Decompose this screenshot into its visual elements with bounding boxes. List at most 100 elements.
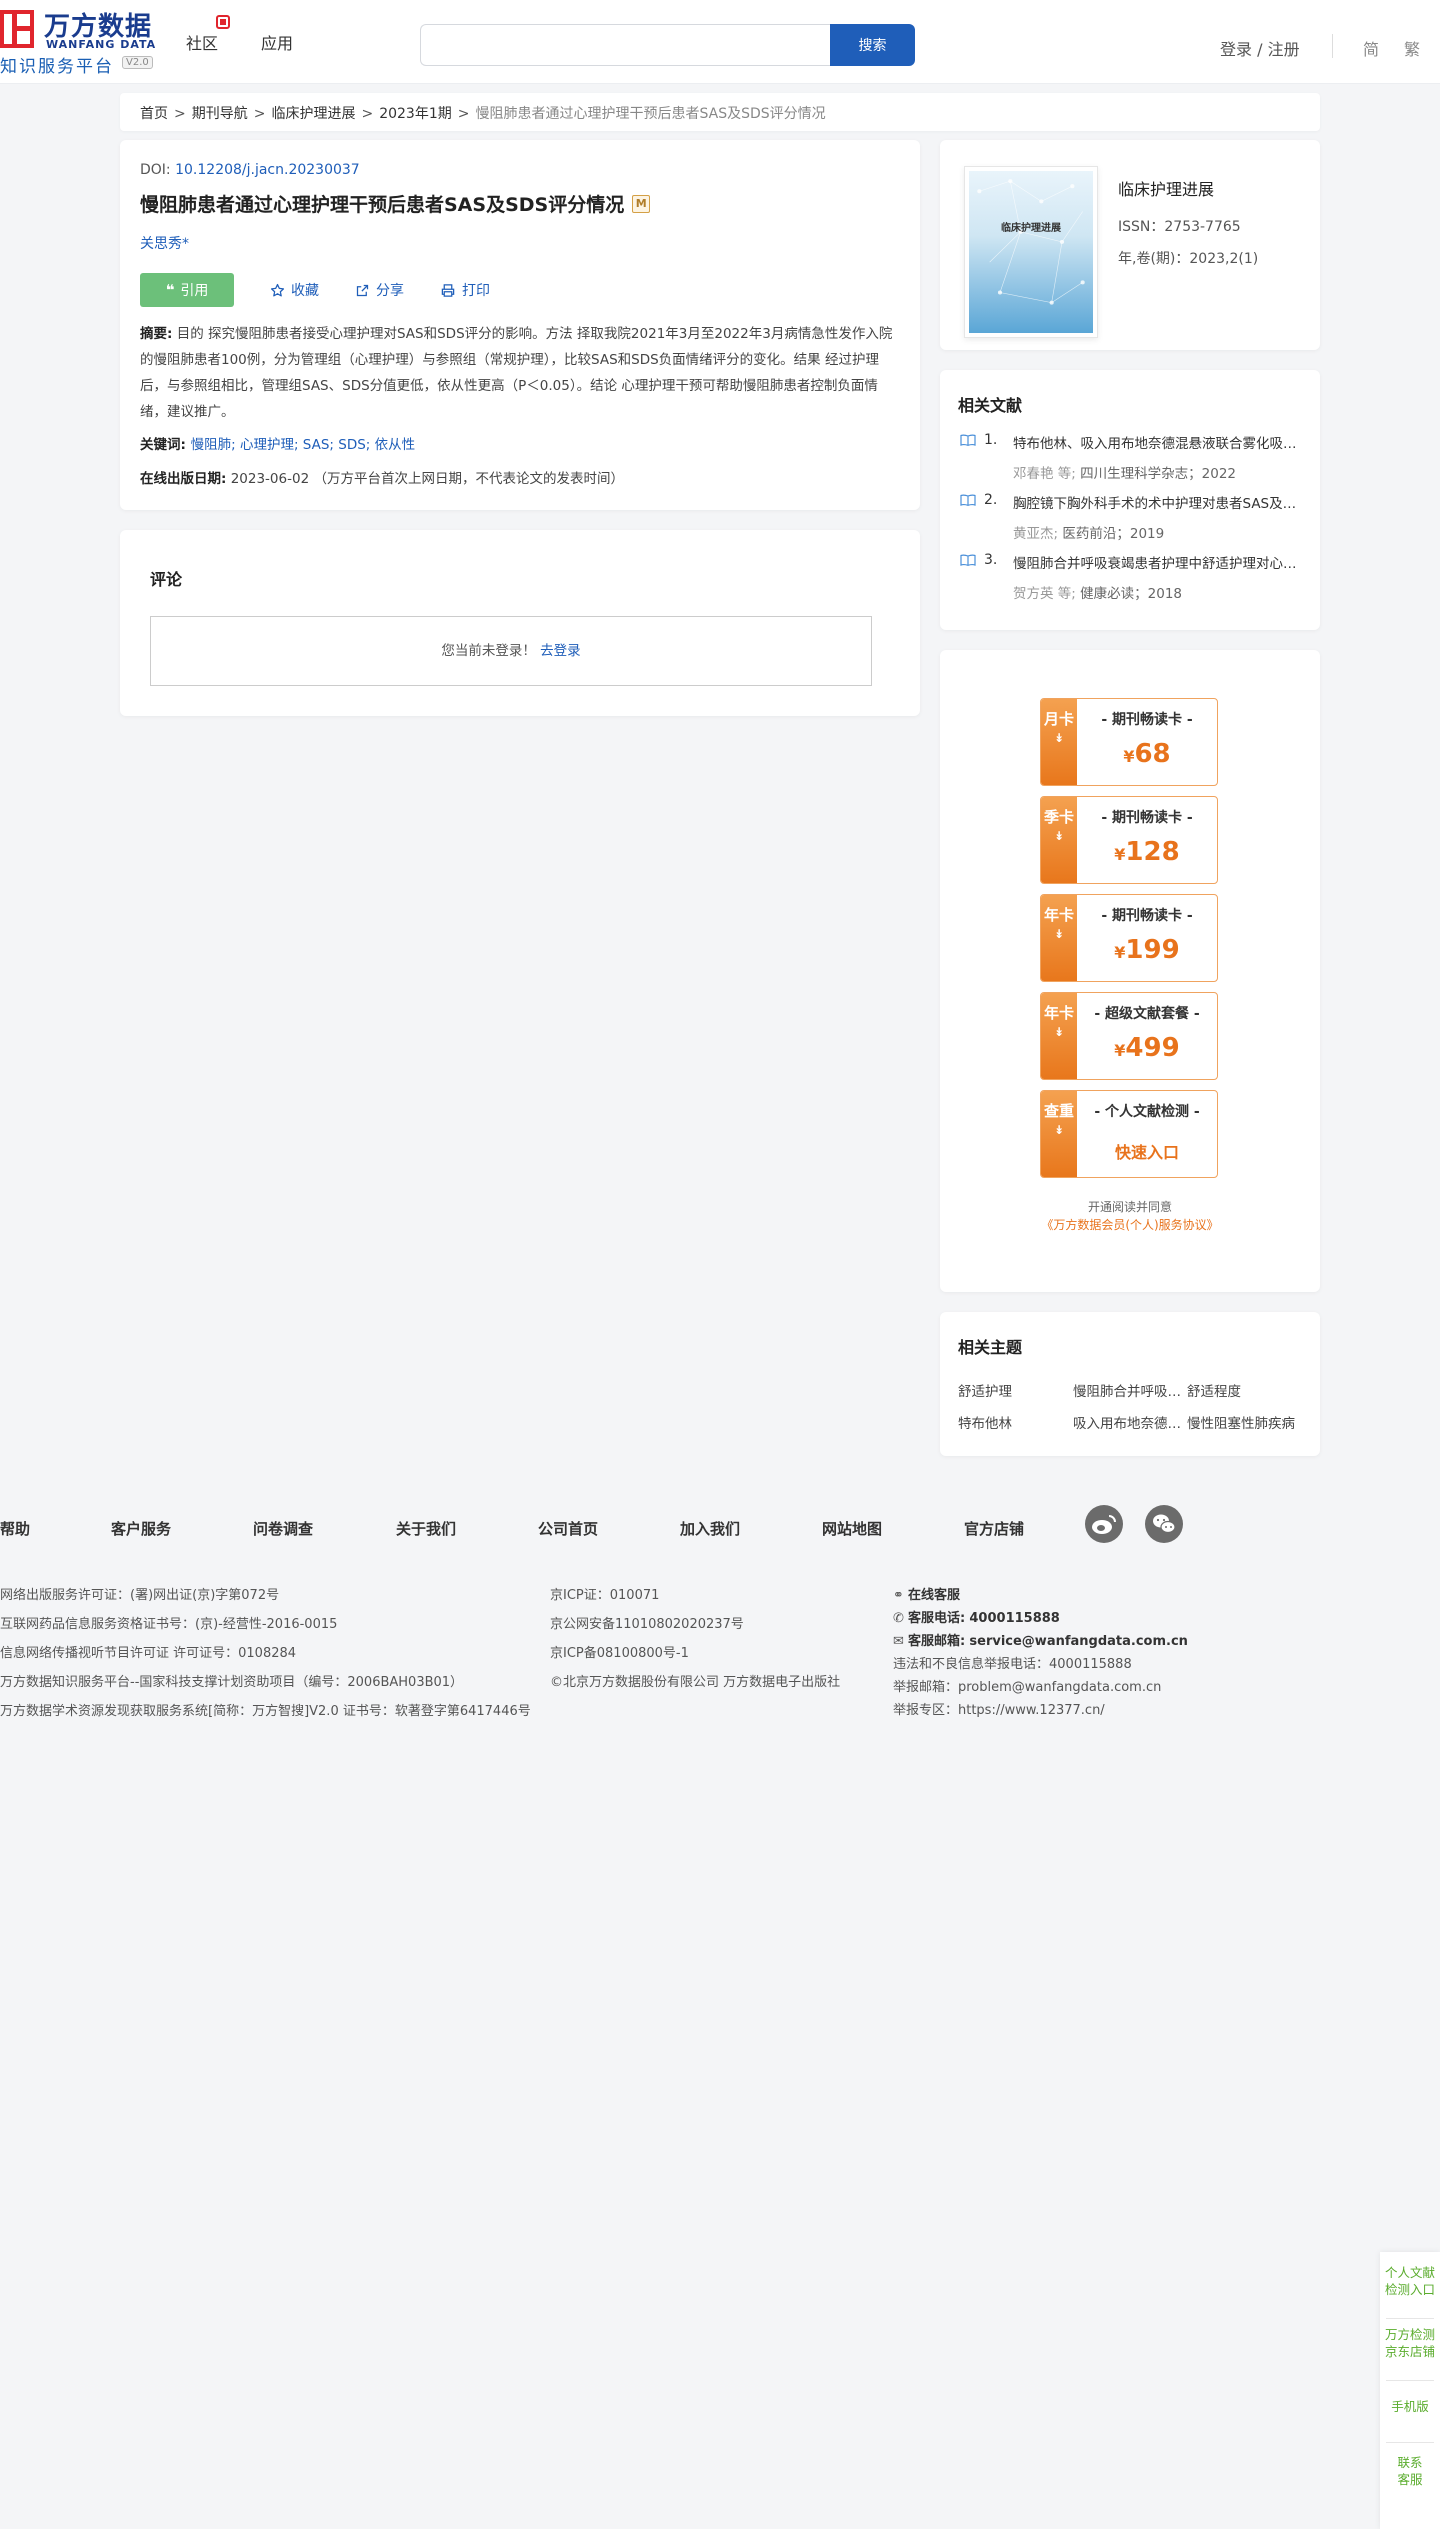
- breadcrumb-home[interactable]: 首页: [140, 106, 168, 122]
- keywords-label: 关键词:: [140, 437, 186, 453]
- promo-card-monthly[interactable]: 月卡 ↡ - 期刊畅读卡 - ¥68: [1040, 698, 1218, 786]
- related-topics-card: 相关主题 舒适护理 慢阻肺合并呼吸衰竭 舒适程度 特布他林 吸入用布地奈德混悬液…: [940, 1312, 1320, 1456]
- promo-side-text: 年卡: [1043, 906, 1074, 924]
- search-input[interactable]: [420, 24, 830, 66]
- footer-nav-join-us[interactable]: 加入我们: [680, 1518, 740, 1539]
- float-mobile-version[interactable]: 手机版: [1380, 2398, 1440, 2415]
- comment-login-notice: 您当前未登录！ 去登录: [150, 616, 872, 686]
- float-plagiarism-entry[interactable]: 个人文献 检测入口: [1380, 2264, 1440, 2298]
- share-icon: [356, 284, 369, 296]
- promo-side-text: 月卡: [1043, 710, 1074, 728]
- author-link[interactable]: 关思秀*: [140, 233, 900, 253]
- breadcrumb-issue[interactable]: 2023年1期: [379, 106, 452, 122]
- doi-line: DOI: 10.12208/j.jacn.20230037: [140, 162, 900, 178]
- cover-network-graphic: [977, 179, 1085, 305]
- related-doc-number: 1.: [984, 432, 998, 448]
- float-contact-service[interactable]: 联系 客服: [1380, 2454, 1440, 2488]
- related-doc-title[interactable]: 胸腔镜下胸外科手术的术中护理对患者SAS及SDS的影响: [1013, 492, 1298, 512]
- related-doc-item[interactable]: 1. 特布他林、吸入用布地奈德混悬液联合雾化吸入治疗慢阻肺 邓春艳 等; 四川生…: [958, 432, 1302, 492]
- footer-nav-help[interactable]: 帮助: [0, 1518, 30, 1539]
- related-doc-title[interactable]: 慢阻肺合并呼吸衰竭患者护理中舒适护理对心理状态的影响: [1013, 552, 1298, 572]
- double-chevron-down-icon: ↡: [1053, 927, 1065, 941]
- promo-side-text: 查重: [1043, 1102, 1074, 1120]
- related-doc-authors: 黄亚杰;: [1013, 526, 1059, 542]
- footer-nav-official-store[interactable]: 官方店铺: [964, 1518, 1024, 1539]
- share-button[interactable]: 分享: [355, 280, 404, 300]
- footer-nav-about[interactable]: 关于我们: [396, 1518, 456, 1539]
- pubdate: 在线出版日期: 2023-06-02 （万方平台首次上网日期，不代表论文的发表时…: [140, 467, 900, 487]
- article-title-row: 慢阻肺患者通过心理护理干预后患者SAS及SDS评分情况 M: [140, 190, 900, 217]
- currency-symbol: ¥: [1114, 845, 1126, 864]
- journal-cover[interactable]: 临床护理进展: [964, 166, 1098, 338]
- promo-side-text: 年卡: [1043, 1004, 1074, 1022]
- community-new-badge-icon: [216, 15, 230, 29]
- promo-card-name: - 期刊畅读卡 -: [1101, 712, 1193, 728]
- footer-nav-sitemap[interactable]: 网站地图: [822, 1518, 882, 1539]
- promo-card-quarterly[interactable]: 季卡 ↡ - 期刊畅读卡 - ¥128: [1040, 796, 1218, 884]
- topic-link[interactable]: 舒适护理: [958, 1380, 1068, 1400]
- share-label: 分享: [376, 283, 404, 299]
- promo-card-yearly[interactable]: 年卡 ↡ - 期刊畅读卡 - ¥199: [1040, 894, 1218, 982]
- topic-link[interactable]: 慢阻肺合并呼吸衰竭: [1073, 1380, 1183, 1400]
- promo-side-label: 查重 ↡: [1041, 1091, 1077, 1177]
- report-email: 举报邮箱：problem@wanfangdata.com.cn: [893, 1680, 1162, 1695]
- related-doc-meta: 贺方英 等; 健康必读；2018: [1013, 582, 1182, 602]
- related-doc-source: 四川生理科学杂志；2022: [1080, 466, 1236, 482]
- abstract: 摘要: 目的 探究慢阻肺患者接受心理护理对SAS和SDS评分的影响。方法 择取我…: [140, 321, 900, 425]
- phone-icon: ✆: [893, 1611, 904, 1626]
- float-jd-store[interactable]: 万方检测 京东店铺: [1380, 2326, 1440, 2360]
- double-chevron-down-icon: ↡: [1053, 829, 1065, 843]
- keywords-links[interactable]: 慢阻肺; 心理护理; SAS; SDS; 依从性: [191, 437, 416, 453]
- breadcrumb-journal[interactable]: 临床护理进展: [271, 106, 355, 122]
- topic-link[interactable]: 慢性阻塞性肺疾病: [1187, 1412, 1297, 1432]
- promo-side-label: 年卡 ↡: [1041, 993, 1077, 1079]
- wanfang-logo[interactable]: 万方数据 WANFANG DATA 知识服务平台 V2.0: [0, 6, 160, 77]
- lang-simplified[interactable]: 简: [1363, 36, 1379, 60]
- search-button[interactable]: 搜索: [830, 24, 915, 66]
- footer-nav-company-home[interactable]: 公司首页: [538, 1518, 598, 1539]
- article-actions: ❝ 引用 收藏 分享 打印: [140, 273, 900, 307]
- related-doc-meta: 邓春艳 等; 四川生理科学杂志；2022: [1013, 462, 1236, 482]
- journal-name[interactable]: 临床护理进展: [1118, 176, 1214, 200]
- nav-apps[interactable]: 应用: [261, 30, 293, 54]
- online-service-link[interactable]: ⚭ 在线客服: [893, 1584, 960, 1603]
- go-login-link[interactable]: 去登录: [540, 643, 581, 659]
- footer-nav-survey[interactable]: 问卷调查: [253, 1518, 313, 1539]
- float-label: 客服: [1397, 2472, 1423, 2487]
- agreement-link[interactable]: 《万方数据会员(个人)服务协议》: [940, 1216, 1320, 1233]
- wechat-icon[interactable]: [1145, 1505, 1183, 1543]
- favorite-button[interactable]: 收藏: [270, 280, 319, 300]
- headset-icon: ⚭: [893, 1588, 904, 1603]
- quick-entry-link[interactable]: 快速入口: [1077, 1139, 1217, 1163]
- topic-link[interactable]: 舒适程度: [1187, 1380, 1297, 1400]
- lang-traditional[interactable]: 繁: [1404, 36, 1420, 60]
- related-doc-item[interactable]: 2. 胸腔镜下胸外科手术的术中护理对患者SAS及SDS的影响 黄亚杰; 医药前沿…: [958, 492, 1302, 552]
- related-doc-source: 健康必读；2018: [1080, 586, 1182, 602]
- print-button[interactable]: 打印: [440, 280, 490, 300]
- breadcrumb-journals[interactable]: 期刊导航: [192, 106, 248, 122]
- footer-nav-customer-service[interactable]: 客户服务: [111, 1518, 171, 1539]
- topic-link[interactable]: 特布他林: [958, 1412, 1068, 1432]
- report-zone-link[interactable]: 举报专区：https://www.12377.cn/: [893, 1699, 1105, 1718]
- topic-link[interactable]: 吸入用布地奈德混悬液: [1073, 1412, 1183, 1432]
- login-register-link[interactable]: 登录 / 注册: [1220, 36, 1300, 60]
- promo-card-price: ¥199: [1077, 935, 1217, 965]
- wanfang-logo-mark-icon: [0, 10, 34, 48]
- quote-icon: ❝: [165, 281, 175, 299]
- float-divider: [1386, 2380, 1434, 2381]
- promo-card-super-package[interactable]: 年卡 ↡ - 超级文献套餐 - ¥499: [1040, 992, 1218, 1080]
- icp-line: 京ICP证：010071: [550, 1588, 660, 1603]
- weibo-icon[interactable]: [1085, 1505, 1123, 1543]
- promo-card-plagiarism-check[interactable]: 查重 ↡ - 个人文献检测 - 快速入口: [1040, 1090, 1218, 1178]
- license-line: 信息网络传播视听节目许可证 许可证号：0108284: [0, 1646, 297, 1661]
- book-icon: [960, 494, 976, 506]
- related-doc-title[interactable]: 特布他林、吸入用布地奈德混悬液联合雾化吸入治疗慢阻肺: [1013, 432, 1298, 452]
- version-badge: V2.0: [122, 56, 153, 69]
- nav-community[interactable]: 社区: [186, 30, 218, 54]
- doi-link[interactable]: 10.12208/j.jacn.20230037: [175, 162, 360, 178]
- cite-button[interactable]: ❝ 引用: [140, 273, 234, 307]
- mail-icon: ✉: [893, 1634, 904, 1649]
- promo-side-label: 季卡 ↡: [1041, 797, 1077, 883]
- print-label: 打印: [462, 283, 490, 299]
- related-doc-item[interactable]: 3. 慢阻肺合并呼吸衰竭患者护理中舒适护理对心理状态的影响 贺方英 等; 健康必…: [958, 552, 1302, 612]
